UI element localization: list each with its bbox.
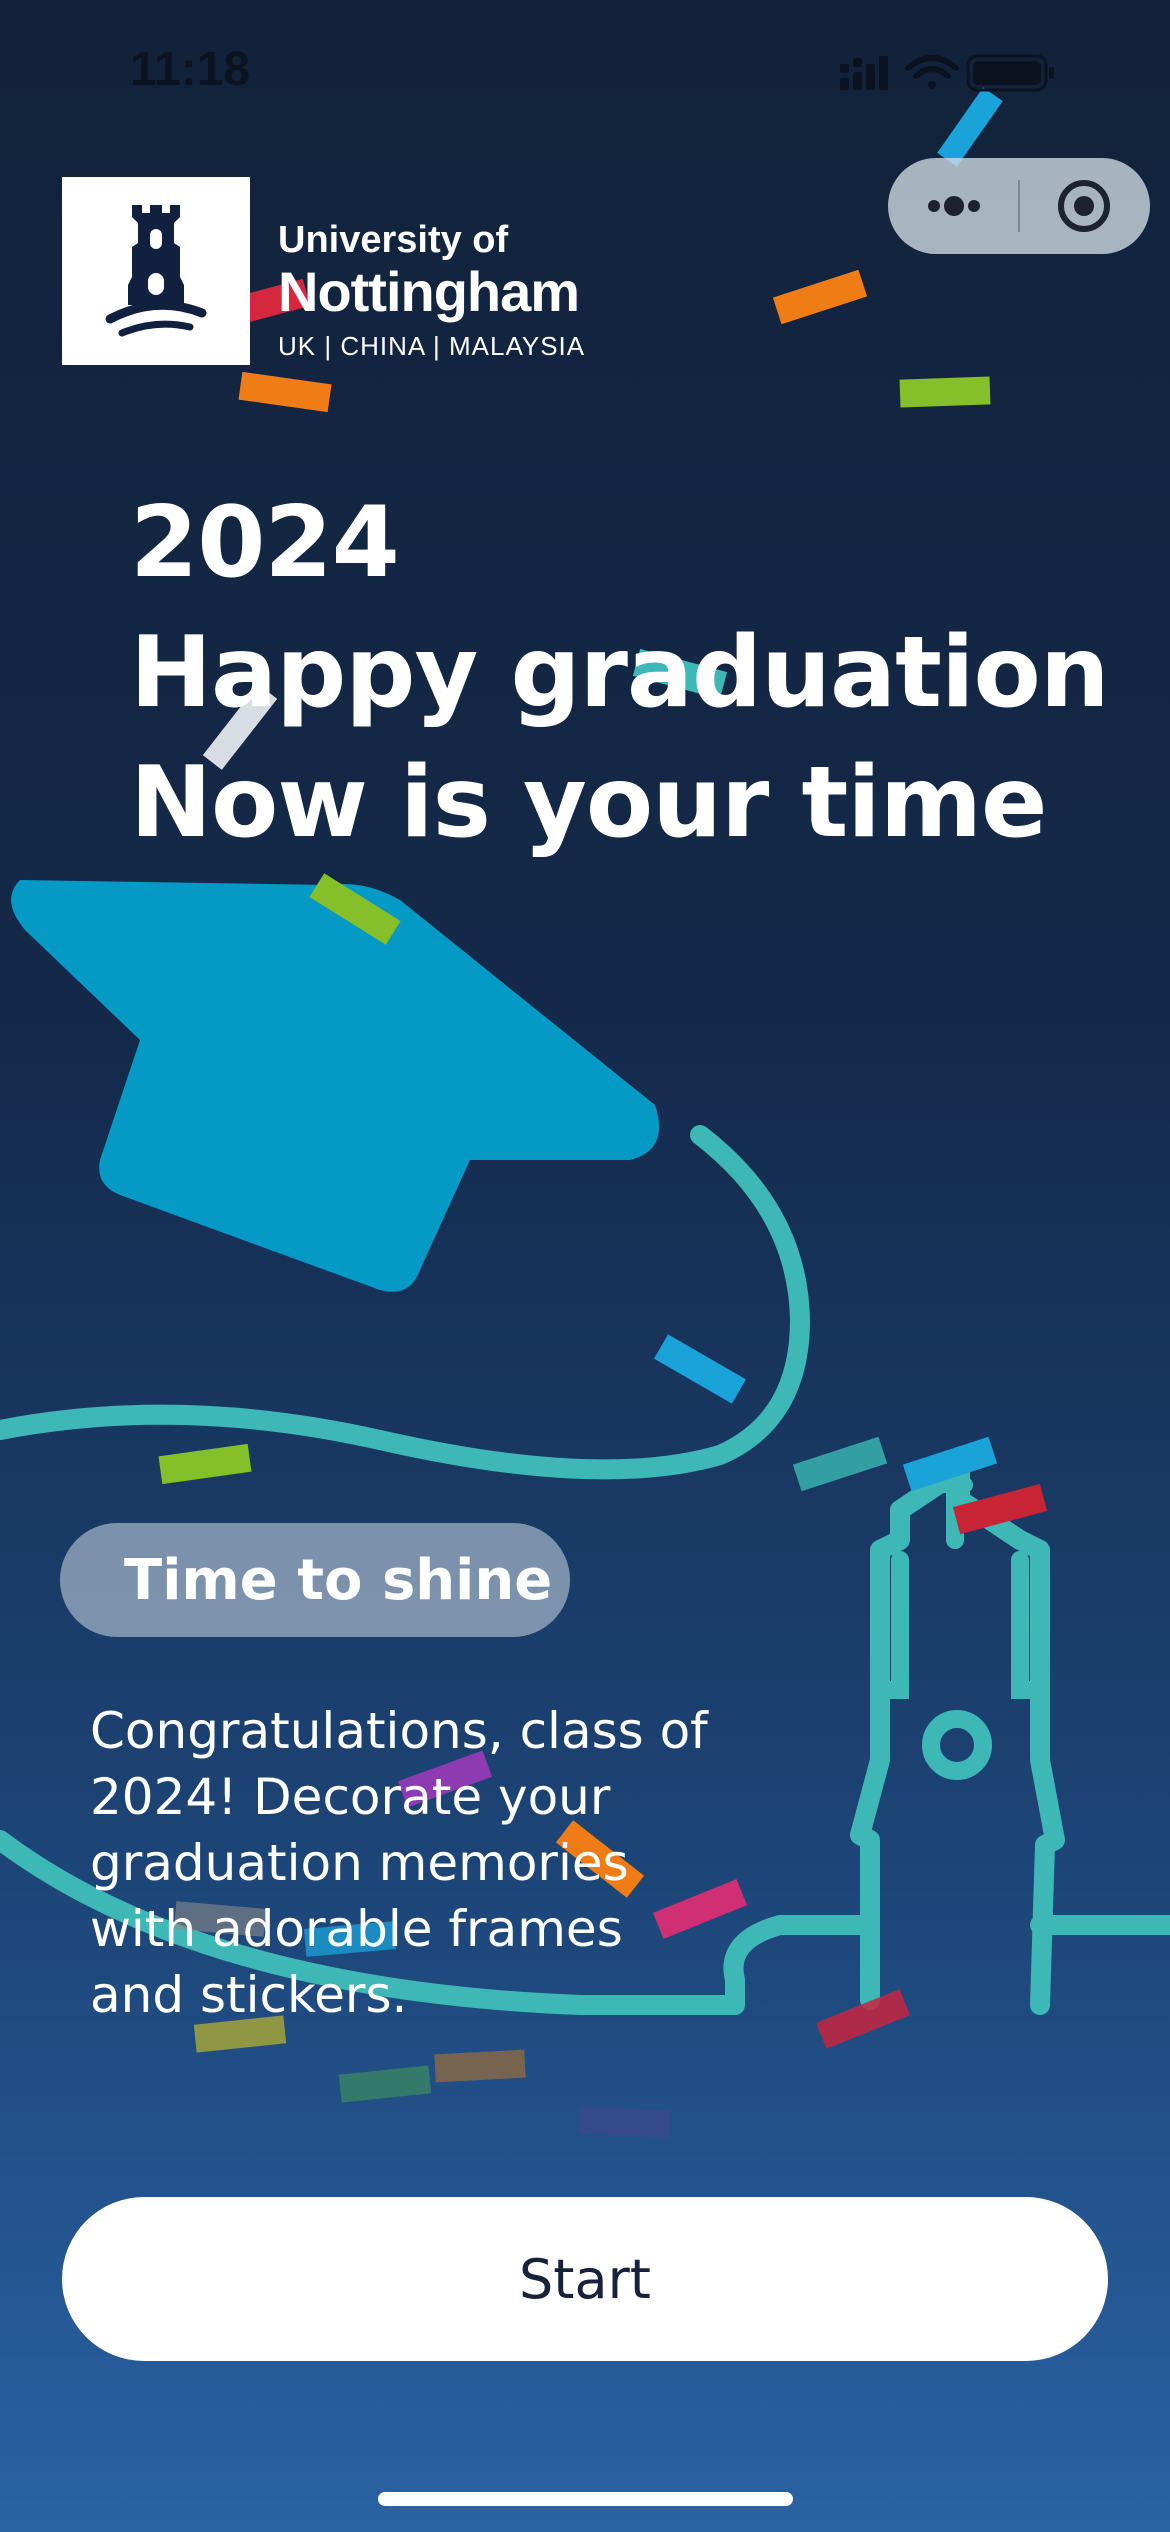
screen: 11:18 University of Nottingham UK | CHIN… — [0, 0, 1170, 2532]
tower-clock — [922, 1710, 992, 1780]
decorative-illustration — [0, 87, 1170, 2139]
logo-line-campuses: UK | CHINA | MALAYSIA — [278, 331, 586, 361]
start-button[interactable]: Start — [62, 2197, 1108, 2361]
signal-icon — [840, 56, 888, 90]
menu-dots-icon[interactable] — [924, 188, 984, 224]
logo-line-name: Nottingham — [278, 260, 580, 323]
wifi-icon — [905, 55, 959, 89]
battery-icon — [966, 54, 1054, 92]
capsule-divider — [1018, 180, 1020, 232]
castle-tower-icon — [105, 205, 207, 337]
description-text: Congratulations, class of 2024! Decorate… — [90, 1702, 708, 2024]
status-icons — [840, 54, 1054, 92]
home-indicator — [378, 2492, 793, 2506]
headline-line-3: Now is your time — [130, 746, 1047, 860]
headline-line-2: Happy graduation — [130, 616, 1110, 730]
headline-year: 2024 — [130, 486, 400, 600]
graduation-cap-icon — [11, 880, 660, 1292]
page-headline: 2024 Happy graduation Now is your time — [130, 478, 1110, 868]
close-target-icon[interactable] — [1056, 178, 1112, 234]
logo-line-university: University of — [278, 219, 509, 261]
university-logo-emblem — [62, 177, 250, 365]
tag-pill: Time to shine — [60, 1523, 570, 1637]
mini-program-capsule — [888, 158, 1150, 254]
status-time: 11:18 — [130, 43, 251, 96]
university-logo-text: University of Nottingham UK | CHINA | MA… — [278, 218, 585, 366]
tag-label: Time to shine — [124, 1547, 553, 1613]
